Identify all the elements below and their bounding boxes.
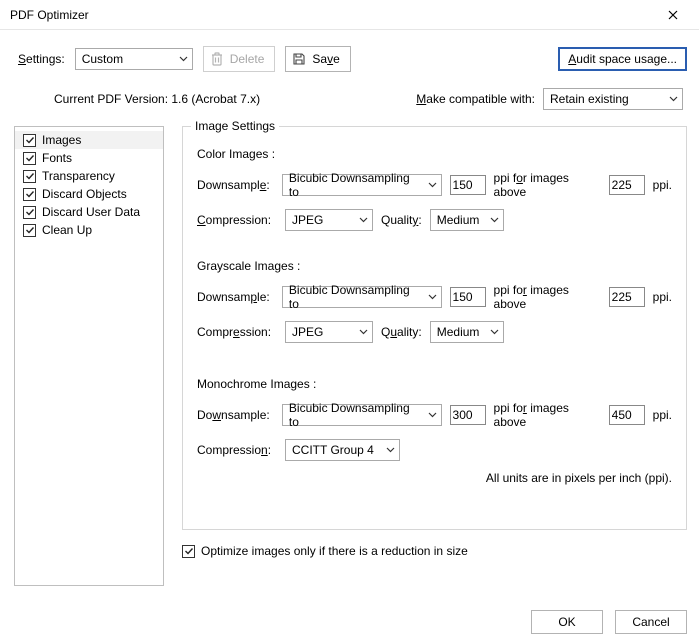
chevron-down-icon bbox=[179, 56, 188, 62]
category-checkbox[interactable] bbox=[23, 206, 36, 219]
pdf-version-label: Current PDF Version: 1.6 (Acrobat 7.x) bbox=[54, 92, 416, 106]
mono-downsample-select[interactable]: Bicubic Downsampling to bbox=[282, 404, 442, 426]
grayscale-title: Grayscale Images : bbox=[197, 259, 672, 273]
color-downsample-label: Downsample: bbox=[197, 178, 274, 192]
ppi-unit: ppi. bbox=[653, 290, 672, 304]
trash-icon bbox=[210, 51, 224, 67]
gray-downsample-label: Downsample: bbox=[197, 290, 274, 304]
category-label: Clean Up bbox=[42, 223, 92, 237]
gray-ppi-input[interactable] bbox=[450, 287, 486, 307]
optimize-checkbox[interactable] bbox=[182, 545, 195, 558]
mono-title: Monochrome Images : bbox=[197, 377, 672, 391]
color-quality-select[interactable]: Medium bbox=[430, 209, 504, 231]
delete-button: Delete bbox=[203, 46, 276, 72]
ppi-text: ppi for images above bbox=[494, 171, 601, 199]
category-checkbox[interactable] bbox=[23, 188, 36, 201]
sidebar-item-transparency[interactable]: Transparency bbox=[15, 167, 163, 185]
gray-quality-select[interactable]: Medium bbox=[430, 321, 504, 343]
units-note: All units are in pixels per inch (ppi). bbox=[197, 471, 672, 485]
category-label: Discard Objects bbox=[42, 187, 127, 201]
category-label: Images bbox=[42, 133, 81, 147]
checkmark-icon bbox=[184, 546, 194, 556]
category-checkbox[interactable] bbox=[23, 224, 36, 237]
panel-title: Image Settings bbox=[191, 119, 279, 133]
color-compression-label: Compression: bbox=[197, 213, 277, 227]
settings-select[interactable]: Custom bbox=[75, 48, 193, 70]
titlebar: PDF Optimizer bbox=[0, 0, 699, 30]
close-icon bbox=[668, 10, 678, 20]
settings-panel: Image Settings Color Images : Downsample… bbox=[182, 126, 687, 586]
sidebar-item-discard-user-data[interactable]: Discard User Data bbox=[15, 203, 163, 221]
category-label: Fonts bbox=[42, 151, 72, 165]
mono-compression-select[interactable]: CCITT Group 4 bbox=[285, 439, 400, 461]
chevron-down-icon bbox=[428, 294, 437, 300]
compat-select[interactable]: Retain existing bbox=[543, 88, 683, 110]
checkmark-icon bbox=[25, 153, 35, 163]
compat-value: Retain existing bbox=[550, 92, 629, 106]
color-downsample-select[interactable]: Bicubic Downsampling to bbox=[282, 174, 442, 196]
category-label: Discard User Data bbox=[42, 205, 140, 219]
category-label: Transparency bbox=[42, 169, 115, 183]
checkmark-icon bbox=[25, 171, 35, 181]
ppi-unit: ppi. bbox=[653, 178, 672, 192]
ok-button[interactable]: OK bbox=[531, 610, 603, 634]
sidebar-item-clean-up[interactable]: Clean Up bbox=[15, 221, 163, 239]
settings-value: Custom bbox=[82, 52, 123, 66]
sidebar-item-discard-objects[interactable]: Discard Objects bbox=[15, 185, 163, 203]
mono-compression-label: Compression: bbox=[197, 443, 277, 457]
checkmark-icon bbox=[25, 135, 35, 145]
gray-downsample-select[interactable]: Bicubic Downsampling to bbox=[282, 286, 442, 308]
color-ppi-input[interactable] bbox=[450, 175, 486, 195]
color-compression-select[interactable]: JPEG bbox=[285, 209, 373, 231]
color-images-title: Color Images : bbox=[197, 147, 672, 161]
chevron-down-icon bbox=[359, 217, 368, 223]
gray-compression-select[interactable]: JPEG bbox=[285, 321, 373, 343]
audit-label: Audit space usage... bbox=[568, 52, 677, 66]
category-checkbox[interactable] bbox=[23, 134, 36, 147]
gray-compression-label: Compression: bbox=[197, 325, 277, 339]
save-label: Save bbox=[312, 52, 339, 66]
chevron-down-icon bbox=[490, 217, 499, 223]
category-checkbox[interactable] bbox=[23, 152, 36, 165]
checkmark-icon bbox=[25, 189, 35, 199]
mono-above-input[interactable] bbox=[609, 405, 645, 425]
window-title: PDF Optimizer bbox=[10, 8, 89, 22]
chevron-down-icon bbox=[490, 329, 499, 335]
sidebar-item-images[interactable]: Images bbox=[15, 131, 163, 149]
sidebar-item-fonts[interactable]: Fonts bbox=[15, 149, 163, 167]
save-icon bbox=[292, 52, 306, 66]
chevron-down-icon bbox=[428, 182, 437, 188]
ppi-text: ppi for images above bbox=[494, 283, 601, 311]
ppi-text: ppi for images above bbox=[494, 401, 601, 429]
chevron-down-icon bbox=[386, 447, 395, 453]
chevron-down-icon bbox=[669, 96, 678, 102]
mono-downsample-label: Downsample: bbox=[197, 408, 274, 422]
gray-above-input[interactable] bbox=[609, 287, 645, 307]
cancel-button[interactable]: Cancel bbox=[615, 610, 687, 634]
delete-label: Delete bbox=[230, 52, 265, 66]
compat-label: Make compatible with: bbox=[416, 92, 535, 106]
audit-button[interactable]: Audit space usage... bbox=[558, 47, 687, 71]
color-quality-label: Quality: bbox=[381, 213, 422, 227]
gray-quality-label: Quality: bbox=[381, 325, 422, 339]
chevron-down-icon bbox=[359, 329, 368, 335]
mono-ppi-input[interactable] bbox=[450, 405, 486, 425]
checkmark-icon bbox=[25, 207, 35, 217]
category-list: Images Fonts Transparency Discard Objects Di… bbox=[14, 126, 164, 586]
checkmark-icon bbox=[25, 225, 35, 235]
ppi-unit: ppi. bbox=[653, 408, 672, 422]
save-button[interactable]: Save bbox=[285, 46, 350, 72]
close-button[interactable] bbox=[653, 1, 693, 29]
optimize-label: Optimize images only if there is a reduc… bbox=[201, 544, 468, 558]
settings-label: Settings: bbox=[18, 52, 65, 66]
category-checkbox[interactable] bbox=[23, 170, 36, 183]
chevron-down-icon bbox=[428, 412, 437, 418]
color-above-input[interactable] bbox=[609, 175, 645, 195]
